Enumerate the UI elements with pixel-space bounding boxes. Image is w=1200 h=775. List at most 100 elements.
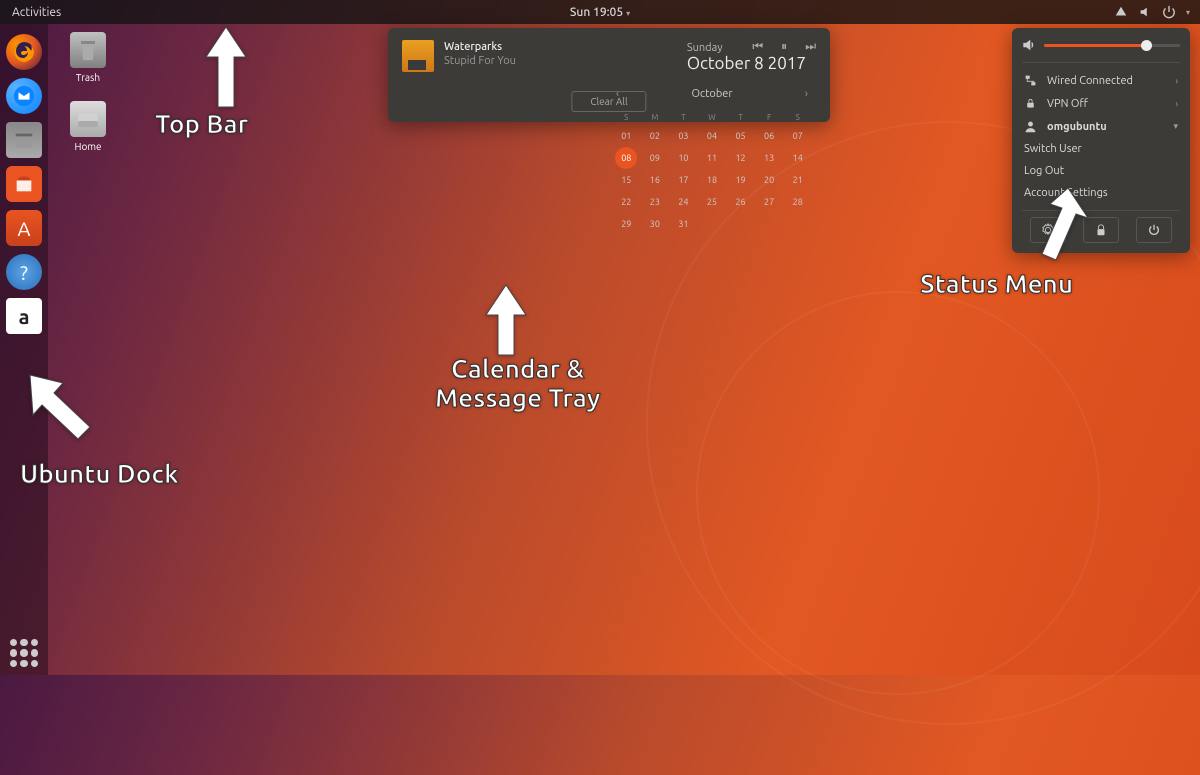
calendar-day[interactable]: 05 [726, 125, 755, 147]
clear-all-button[interactable]: Clear All [571, 91, 646, 112]
annotation-arrow [196, 22, 256, 116]
drive-icon [70, 101, 106, 137]
network-icon [1114, 5, 1128, 19]
volume-icon [1138, 5, 1152, 19]
date-full: October 8 2017 [687, 54, 806, 73]
calendar-day[interactable]: 08 [615, 147, 637, 169]
date-dayofweek: Sunday [687, 42, 806, 54]
calendar-day[interactable]: 20 [755, 169, 784, 191]
desktop-icon-label: Trash [76, 72, 100, 83]
annotation-label-calendar: Calendar & Message Tray [435, 355, 600, 412]
dock-icon-amazon[interactable]: a [6, 298, 42, 334]
album-art [402, 40, 434, 72]
desktop-icon-label: Home [75, 141, 102, 152]
dock-icon-help[interactable]: ? [6, 254, 42, 290]
calendar-day[interactable]: 14 [783, 147, 812, 169]
calendar-day[interactable]: 22 [612, 191, 641, 213]
menu-item-label: VPN Off [1047, 98, 1088, 110]
calendar-day[interactable]: 15 [612, 169, 641, 191]
calendar-day[interactable]: 02 [641, 125, 670, 147]
menu-item-switch-user[interactable]: Switch User [1022, 138, 1180, 160]
calendar-day[interactable]: 13 [755, 147, 784, 169]
dock-icon-thunderbird[interactable] [6, 78, 42, 114]
calendar-day[interactable]: 28 [783, 191, 812, 213]
chevron-right-icon: › [1175, 76, 1178, 86]
annotation-arrow [18, 365, 98, 459]
calendar-day[interactable]: 26 [726, 191, 755, 213]
calendar-day[interactable]: 17 [669, 169, 698, 191]
annotation-arrow [1016, 180, 1091, 274]
calendar-day[interactable]: 25 [698, 191, 727, 213]
calendar-day[interactable]: 19 [726, 169, 755, 191]
desktop-icon-home[interactable]: Home [58, 101, 118, 152]
power-button[interactable] [1136, 217, 1172, 243]
menu-item-wired[interactable]: Wired Connected › [1022, 69, 1180, 92]
chevron-down-icon: ▾ [1173, 121, 1178, 132]
calendar-day[interactable]: 31 [669, 213, 698, 235]
desktop-icons: Trash Home [58, 32, 118, 170]
status-area[interactable]: ▾ [1104, 5, 1200, 19]
track-artist: Stupid For You [444, 54, 516, 68]
menu-item-logout[interactable]: Log Out [1022, 160, 1180, 182]
dock-icon-software[interactable] [6, 166, 42, 202]
calendar-day[interactable]: 30 [641, 213, 670, 235]
ubuntu-dock: A ? a [0, 24, 48, 675]
calendar-day[interactable]: 06 [755, 125, 784, 147]
calendar-day[interactable]: 21 [783, 169, 812, 191]
clock-button[interactable]: Sun 19:05 [570, 6, 630, 19]
calendar-dow: M [641, 110, 670, 125]
calendar-message-tray: Waterparks Stupid For You ⏮ ⏸ ⏭ Sunday O… [388, 28, 830, 122]
calendar-dow: W [698, 110, 727, 125]
activities-button[interactable]: Activities [0, 6, 73, 19]
dock-icon-ubuntu-software[interactable]: A [6, 210, 42, 246]
lock-icon [1094, 223, 1108, 237]
trash-icon [70, 32, 106, 68]
calendar-dow: S [783, 110, 812, 125]
calendar-dow: T [726, 110, 755, 125]
calendar-day[interactable]: 03 [669, 125, 698, 147]
annotation-label-topbar: Top Bar [155, 110, 248, 139]
menu-item-label: Wired Connected [1047, 75, 1133, 87]
calendar-day[interactable]: 29 [612, 213, 641, 235]
dock-icon-files[interactable] [6, 122, 42, 158]
power-icon [1162, 5, 1176, 19]
desktop-icon-trash[interactable]: Trash [58, 32, 118, 83]
volume-slider[interactable] [1044, 44, 1180, 47]
calendar-day[interactable]: 09 [641, 147, 670, 169]
calendar-day[interactable]: 12 [726, 147, 755, 169]
menu-item-user[interactable]: omgubuntu ▾ [1022, 115, 1180, 138]
calendar-day[interactable]: 10 [669, 147, 698, 169]
vpn-icon [1024, 97, 1037, 110]
calendar-month-label: October [691, 88, 732, 100]
calendar-day[interactable]: 16 [641, 169, 670, 191]
calendar-day[interactable]: 07 [783, 125, 812, 147]
calendar-day[interactable]: 27 [755, 191, 784, 213]
media-next-button[interactable]: ⏭ [805, 40, 816, 54]
chevron-down-icon: ▾ [1186, 8, 1190, 17]
calendar-next-button[interactable]: › [801, 88, 812, 100]
annotation-arrow [476, 280, 536, 364]
annotation-label-status: Status Menu [920, 270, 1073, 299]
calendar-day[interactable]: 18 [698, 169, 727, 191]
volume-icon [1022, 38, 1036, 52]
calendar-dow: F [755, 110, 784, 125]
separator [1022, 62, 1180, 63]
annotation-label-dock: Ubuntu Dock [20, 460, 179, 489]
menu-item-label: omgubuntu [1047, 121, 1107, 133]
calendar-dow: S [612, 110, 641, 125]
calendar-day[interactable]: 24 [669, 191, 698, 213]
track-title: Waterparks [444, 40, 516, 54]
calendar-day[interactable]: 01 [612, 125, 641, 147]
menu-item-vpn[interactable]: VPN Off › [1022, 92, 1180, 115]
user-icon [1024, 120, 1037, 133]
power-icon [1147, 223, 1161, 237]
volume-row[interactable] [1022, 38, 1180, 52]
dock-icon-firefox[interactable] [6, 34, 42, 70]
calendar-day[interactable]: 11 [698, 147, 727, 169]
calendar-day[interactable]: 23 [641, 191, 670, 213]
chevron-right-icon: › [1175, 99, 1178, 109]
calendar-day[interactable]: 04 [698, 125, 727, 147]
top-bar: Activities Sun 19:05 ▾ [0, 0, 1200, 24]
show-applications-button[interactable] [10, 639, 38, 667]
network-wired-icon [1024, 74, 1037, 87]
